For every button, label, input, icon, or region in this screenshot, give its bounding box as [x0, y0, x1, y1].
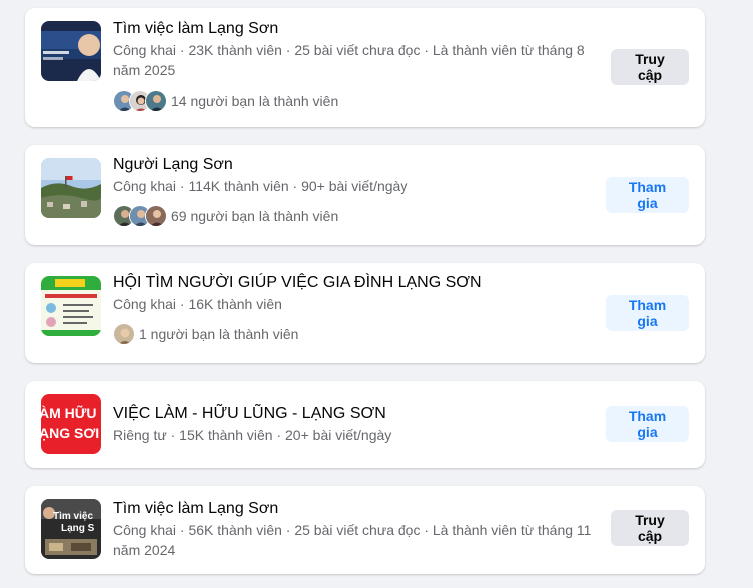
group-name[interactable]: HỘI TÌM NGƯỜI GIÚP VIỆC GIA ĐÌNH LẠNG SƠ…	[113, 273, 593, 293]
friends-count: 14 người bạn là thành viên	[171, 93, 339, 109]
group-meta: Riêng tư · 15K thành viên · 20+ bài viết…	[113, 427, 392, 443]
group-card: HỘI TÌM NGƯỜI GIÚP VIỆC GIA ĐÌNH LẠNG SƠ…	[25, 263, 705, 363]
group-cover-image[interactable]: Tìm việc Lạng S	[41, 499, 101, 559]
friends-row: 1 người bạn là thành viên	[113, 323, 593, 345]
join-group-button[interactable]: Tham gia	[606, 295, 689, 331]
visit-group-button[interactable]: Truy cập	[611, 49, 689, 85]
group-name[interactable]: VIỆC LÀM - HỮU LŨNG - LẠNG SƠN	[113, 404, 593, 424]
friends-row: 69 người bạn là thành viên	[113, 205, 593, 227]
group-card: Tìm việc làm Lạng Sơn Công khai · 23K th…	[25, 8, 705, 127]
group-card: Người Lạng Sơn Công khai · 114K thành vi…	[25, 145, 705, 245]
group-meta: Công khai · 114K thành viên · 90+ bài vi…	[113, 178, 408, 194]
friends-row: 14 người bạn là thành viên	[113, 90, 593, 112]
group-cover-image[interactable]: ÀM HỮU ẠNG SƠI	[41, 394, 101, 454]
group-name[interactable]: Tìm việc làm Lạng Sơn	[113, 499, 593, 519]
friend-avatar[interactable]	[113, 323, 135, 345]
group-cover-image[interactable]	[41, 21, 101, 81]
group-meta: Công khai · 23K thành viên · 25 bài viết…	[113, 42, 585, 78]
group-card: Tìm việc Lạng S Tìm việc làm Lạng Sơn Cô…	[25, 486, 705, 574]
group-cover-image[interactable]	[41, 158, 101, 218]
cover-text: Tìm việc	[53, 511, 93, 522]
cover-text: ÀM HỮU	[41, 404, 97, 421]
group-cover-image[interactable]	[41, 276, 101, 336]
cover-text: Lạng S	[61, 523, 95, 534]
visit-group-button[interactable]: Truy cập	[611, 510, 689, 546]
group-card: ÀM HỮU ẠNG SƠI VIỆC LÀM - HỮU LŨNG - LẠN…	[25, 381, 705, 468]
group-meta: Công khai · 16K thành viên	[113, 296, 282, 312]
friend-avatar[interactable]	[145, 90, 167, 112]
join-group-button[interactable]: Tham gia	[606, 406, 689, 442]
cover-text: ẠNG SƠI	[41, 425, 99, 441]
friends-count: 1 người bạn là thành viên	[139, 326, 299, 342]
join-group-button[interactable]: Tham gia	[606, 177, 689, 213]
friend-avatar[interactable]	[145, 205, 167, 227]
group-name[interactable]: Người Lạng Sơn	[113, 155, 593, 175]
friends-count: 69 người bạn là thành viên	[171, 208, 339, 224]
group-meta: Công khai · 56K thành viên · 25 bài viết…	[113, 522, 592, 558]
group-name[interactable]: Tìm việc làm Lạng Sơn	[113, 19, 593, 39]
